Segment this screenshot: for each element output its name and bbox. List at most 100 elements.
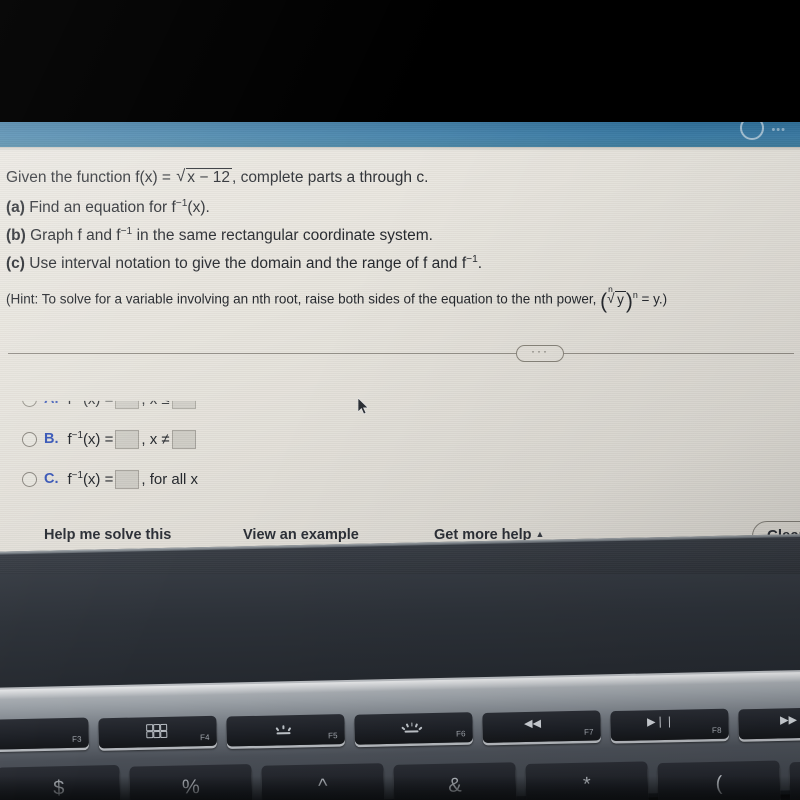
- key-ampersand[interactable]: &: [393, 762, 517, 800]
- help-me-solve-this-link[interactable]: Help me solve this: [44, 527, 171, 543]
- radicand: x − 12: [186, 168, 232, 186]
- laptop-photo: ••• Given the function f(x) = x − 12, co…: [0, 0, 800, 800]
- part-c-superscript: −1: [466, 254, 478, 265]
- part-a-text-1: Find an equation for f: [29, 199, 176, 217]
- hint-close-paren: ): [625, 290, 633, 314]
- launchpad-grid-icon: [146, 723, 168, 739]
- radio-button-a[interactable]: [22, 400, 37, 407]
- overflow-menu-icon[interactable]: •••: [771, 124, 786, 136]
- hint-open-paren: (: [600, 290, 608, 314]
- key-asterisk[interactable]: *: [525, 761, 649, 800]
- chevron-up-icon: ▲: [535, 529, 545, 539]
- key-f4-label: F4: [199, 732, 210, 743]
- part-c-text-1: Use interval notation to give the domain…: [29, 255, 467, 273]
- key-f5[interactable]: F5: [226, 713, 345, 747]
- option-b-arg: (x) =: [82, 431, 114, 448]
- key-f6-label: F6: [455, 729, 466, 739]
- answer-input-a1[interactable]: [115, 400, 140, 409]
- option-a-tail: , x ≤: [141, 390, 170, 408]
- option-c-letter: C.: [44, 471, 59, 487]
- option-a-superscript: −1: [72, 401, 83, 402]
- part-a-superscript: −1: [175, 198, 188, 209]
- key-percent-label: %: [181, 776, 200, 799]
- key-caret[interactable]: ^: [261, 763, 385, 800]
- option-c-expression: f−1(x) =: [68, 470, 114, 488]
- option-c-arg: (x) =: [82, 471, 114, 488]
- key-f7[interactable]: ◀◀ F7: [482, 710, 601, 743]
- keyboard-backlight-up-icon: [401, 721, 423, 733]
- option-b-tail: , x ≠: [141, 430, 170, 448]
- key-asterisk-label: *: [582, 773, 592, 796]
- key-dollar[interactable]: $: [0, 764, 121, 800]
- option-a-letter: A.: [44, 391, 59, 407]
- key-f3-label: F3: [71, 734, 82, 744]
- option-c-tail: , for all x: [141, 470, 199, 488]
- hint-text-start: (Hint: To solve for a variable involving…: [6, 291, 597, 307]
- root-radicand: y: [615, 290, 626, 307]
- part-a-line: (a) Find an equation for f−1(x).: [6, 198, 210, 217]
- key-percent[interactable]: %: [129, 764, 253, 800]
- key-f8[interactable]: ▶❘❘ F8: [610, 708, 729, 742]
- option-a[interactable]: A. f−1(x) = , x ≤: [22, 390, 198, 411]
- option-a-expression: f−1(x) =: [67, 391, 114, 408]
- radio-button-b[interactable]: [22, 431, 37, 447]
- key-f3[interactable]: F3: [0, 717, 89, 751]
- part-b-text-1: Graph f and f: [30, 227, 121, 245]
- key-caret-label: ^: [317, 775, 328, 798]
- part-c-line: (c) Use interval notation to give the do…: [6, 254, 482, 273]
- part-b-label: (b): [6, 227, 26, 245]
- laptop-screen: ••• Given the function f(x) = x − 12, co…: [0, 122, 800, 574]
- keyboard-backlight-down-icon: [274, 723, 292, 735]
- problem-intro: Given the function f(x) =: [6, 169, 176, 186]
- key-f6[interactable]: F6: [354, 712, 473, 745]
- radio-button-c[interactable]: [22, 471, 37, 487]
- option-c[interactable]: C. f−1(x) = , for all x: [22, 467, 198, 491]
- key-f5-label: F5: [327, 731, 338, 741]
- part-a-text-2: (x).: [187, 199, 210, 217]
- rewind-icon: ◀◀: [523, 717, 542, 731]
- circle-icon[interactable]: [740, 122, 764, 140]
- key-ampersand-label: &: [447, 774, 462, 797]
- option-b-letter: B.: [44, 431, 59, 447]
- problem-statement-line: Given the function f(x) = x − 12, comple…: [6, 167, 429, 187]
- part-a-label: (a): [6, 199, 25, 217]
- hint-exponent: n: [632, 290, 638, 300]
- app-topbar: •••: [0, 122, 800, 147]
- sqrt-expression: x − 12: [176, 167, 232, 187]
- key-dollar-label: $: [53, 777, 65, 800]
- fast-forward-icon: ▶▶: [779, 714, 798, 727]
- answer-input-b2[interactable]: [171, 429, 196, 449]
- option-c-superscript: −1: [71, 470, 83, 481]
- answer-input-c1[interactable]: [115, 469, 140, 489]
- option-b-expression: f−1(x) =: [68, 430, 114, 448]
- expand-collapse-button[interactable]: ···: [516, 345, 564, 362]
- part-c-text-2: .: [477, 255, 483, 273]
- part-b-text-2: in the same rectangular coordinate syste…: [136, 227, 433, 245]
- hint-line: (Hint: To solve for a variable involving…: [6, 284, 668, 314]
- root-radical: y: [607, 290, 626, 307]
- nth-root-expression: ny: [607, 284, 626, 307]
- part-c-label: (c): [6, 255, 25, 273]
- key-open-paren-label: (: [715, 772, 723, 795]
- view-an-example-link[interactable]: View an example: [243, 527, 359, 543]
- option-a-arg: (x) =: [82, 391, 114, 408]
- problem-intro-tail: , complete parts a through c.: [231, 169, 429, 186]
- key-close-paren[interactable]: [789, 759, 800, 800]
- screen-glare: [0, 122, 800, 574]
- option-a-fn: f: [67, 391, 72, 408]
- option-b-superscript: −1: [71, 430, 83, 441]
- key-f7-label: F7: [583, 727, 594, 737]
- key-f9[interactable]: ▶▶ F9: [738, 706, 800, 740]
- topbar-shadow: [0, 147, 800, 151]
- key-f4[interactable]: F4: [98, 715, 217, 749]
- keyboard: F3 F4 F5 F6 ◀◀ F7 ▶❘❘ F8 ▶▶ $ % ^ & * (: [0, 685, 800, 800]
- option-b[interactable]: B. f−1(x) = , x ≠: [22, 427, 198, 451]
- section-divider: [8, 353, 794, 354]
- hint-text-end: = y.): [641, 291, 668, 307]
- part-b-line: (b) Graph f and f−1 in the same rectangu…: [6, 226, 433, 245]
- letterbox-top: [0, 0, 800, 122]
- answer-input-a2[interactable]: [171, 400, 196, 409]
- key-open-paren[interactable]: (: [657, 760, 781, 800]
- part-b-superscript: −1: [120, 226, 133, 237]
- answer-input-b1[interactable]: [115, 429, 140, 449]
